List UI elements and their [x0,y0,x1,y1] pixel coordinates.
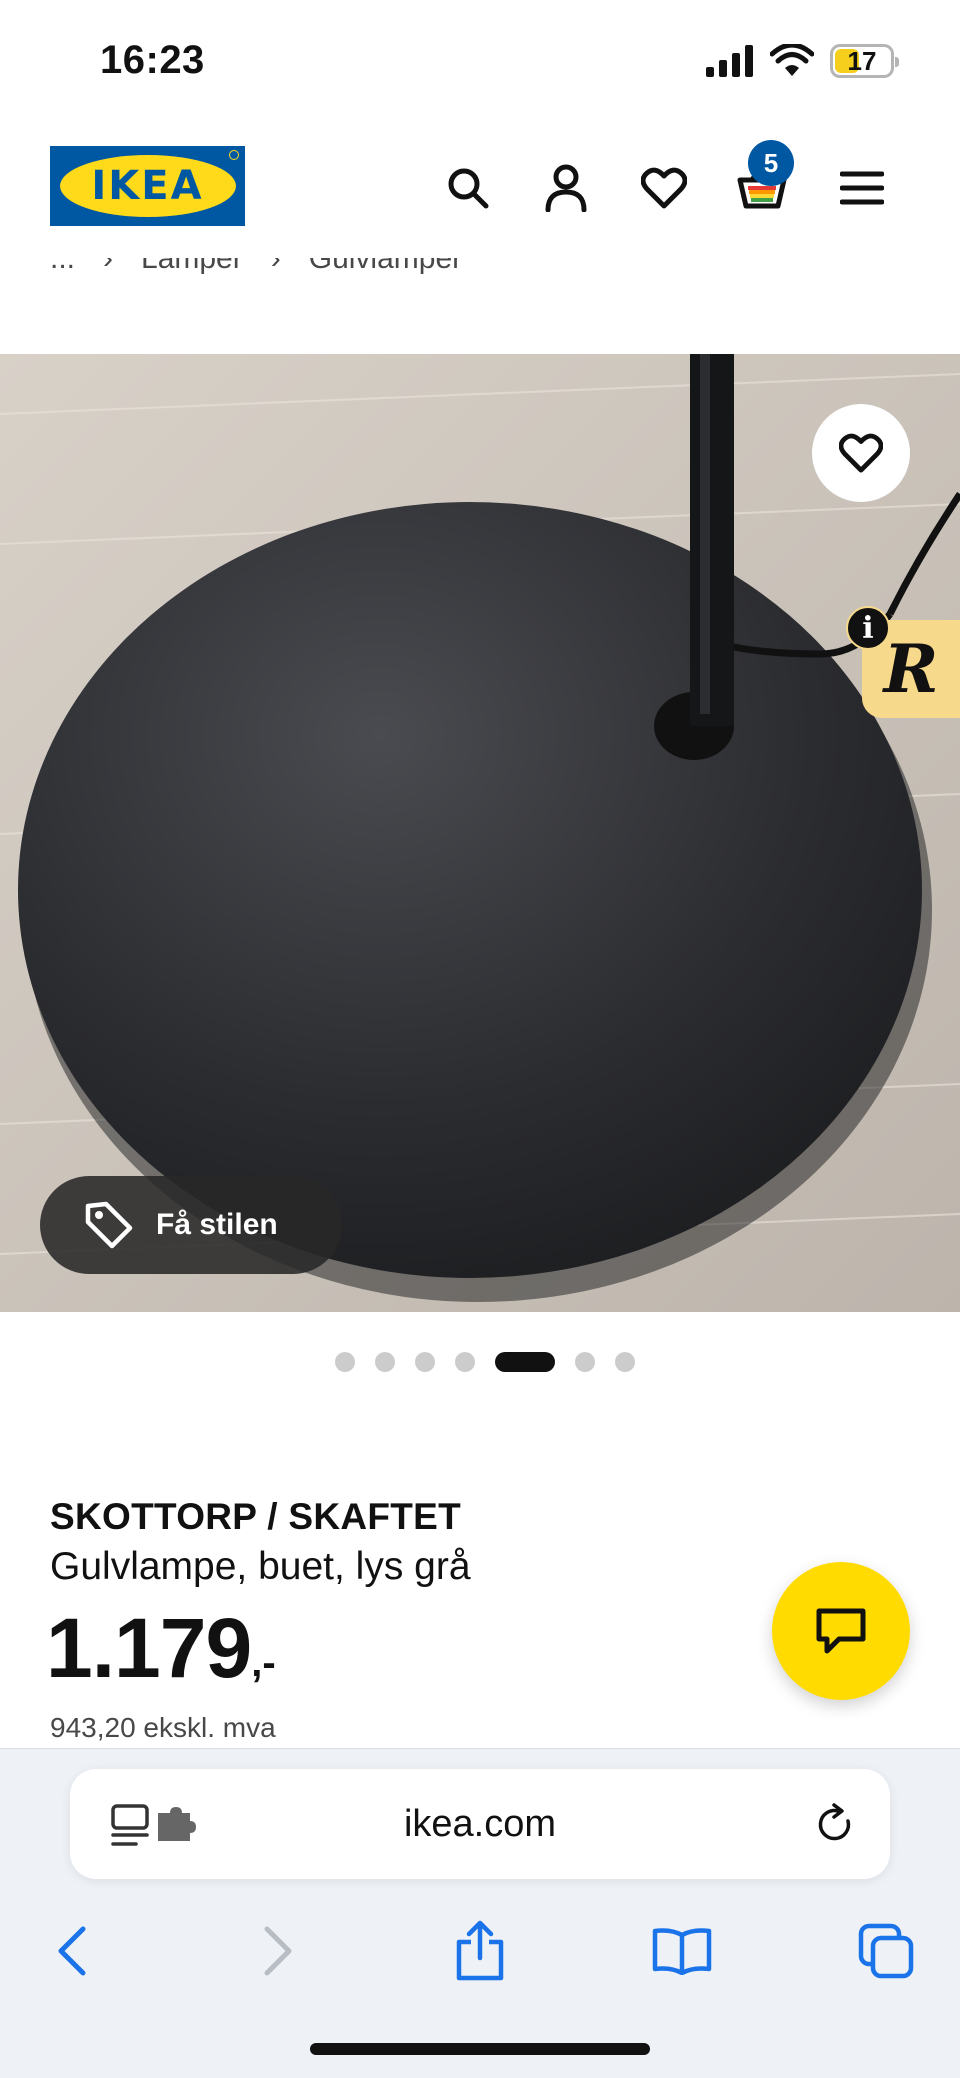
browser-toolbar [0,1911,960,1991]
reload-icon [818,1803,851,1841]
gallery-pagination [0,1352,960,1372]
breadcrumb-separator: › [103,258,114,275]
address-bar[interactable]: ikea.com [70,1769,890,1879]
breadcrumb-item[interactable]: ... [50,258,75,274]
status-icons: 17 [706,44,899,78]
pagination-dot[interactable] [455,1352,475,1372]
tabs-icon [858,1923,914,1979]
browser-bottom-bar: ikea.com [0,1748,960,2078]
pagination-dot[interactable] [575,1352,595,1372]
reload-button[interactable] [816,1803,856,1852]
breadcrumb: ... › Lamper › Gulvlamper [50,258,462,288]
wifi-icon [770,44,814,76]
get-the-style-button[interactable]: Få stilen [40,1176,342,1274]
product-name: SKOTTORP / SKAFTET [50,1496,462,1537]
tag-icon [85,1201,133,1249]
chat-icon [816,1608,866,1654]
battery-icon: 17 [830,44,899,78]
breadcrumb-item[interactable]: Gulvlamper [309,258,462,274]
chat-button[interactable] [772,1562,910,1700]
back-button[interactable] [32,1911,112,1991]
cellular-signal-icon [706,45,753,77]
pagination-dot[interactable] [335,1352,355,1372]
r-widget-letter: R [883,630,939,708]
price-suffix: ,- [251,1641,276,1685]
search-icon[interactable] [440,160,496,216]
status-bar: 16:23 17 [0,0,960,120]
get-the-style-label: Få stilen [156,1208,278,1241]
ikea-logo[interactable]: IKEA [50,146,245,226]
cart-icon[interactable]: 5 [734,140,794,216]
price-value: 1.179 [46,1601,252,1695]
forward-icon [264,1926,292,1976]
price-excl-vat: 943,20 ekskl. mva [50,1712,276,1743]
account-icon[interactable] [538,160,594,216]
pagination-dot[interactable] [375,1352,395,1372]
share-icon [456,1920,504,1981]
share-button[interactable] [440,1911,520,1991]
product-image-gallery[interactable]: R i Få stilen [0,354,960,1312]
heart-icon [839,433,883,473]
info-icon[interactable]: i [846,606,890,650]
bookmarks-button[interactable] [642,1911,722,1991]
product-description: Gulvlampe, buet, lys grå [50,1545,471,1588]
product-price: 1.179 ,- [46,1606,276,1690]
pagination-dot-active[interactable] [495,1352,555,1372]
battery-level: 17 [847,45,877,76]
logo-text: IKEA [91,163,204,209]
menu-icon[interactable] [834,160,890,216]
heart-icon[interactable] [636,160,692,216]
cart-count-badge: 5 [748,140,794,186]
home-indicator[interactable] [310,2043,650,2055]
bookmarks-icon [652,1928,712,1975]
pagination-dot[interactable] [615,1352,635,1372]
forward-button[interactable] [238,1911,318,1991]
url-text[interactable]: ikea.com [70,1803,890,1846]
site-header: IKEA 5 [0,130,960,245]
breadcrumb-separator: › [270,258,281,275]
breadcrumb-item[interactable]: Lamper [141,258,243,274]
favorite-button[interactable] [812,404,910,502]
status-time: 16:23 [100,38,205,82]
pagination-dot[interactable] [415,1352,435,1372]
product-image [0,354,960,1312]
tabs-button[interactable] [846,1911,926,1991]
back-icon [58,1926,86,1976]
